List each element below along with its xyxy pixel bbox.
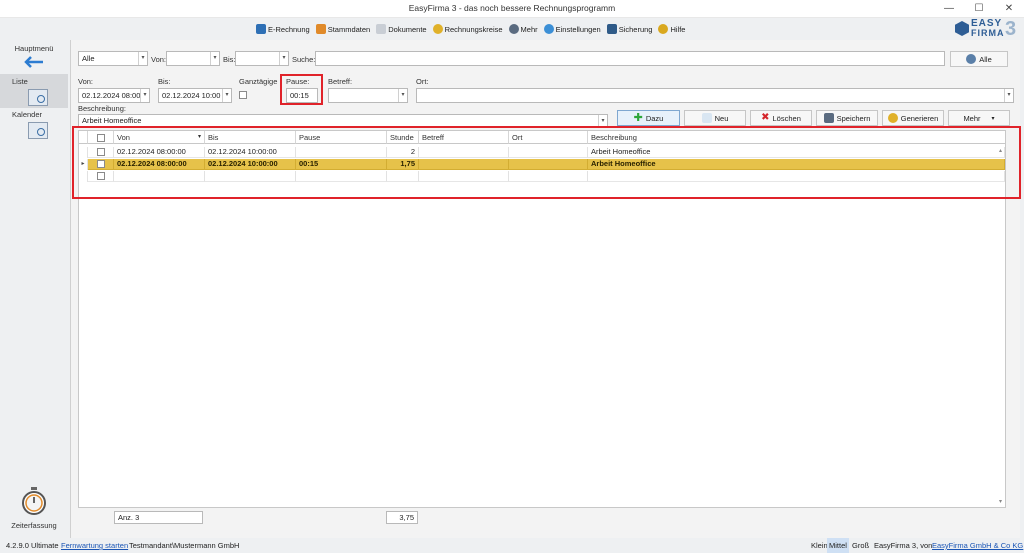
- chevron-down-icon: ▾: [222, 89, 231, 102]
- betreff-label: Betreff:: [328, 77, 353, 86]
- ort-label: Ort:: [416, 77, 429, 86]
- scroll-down-icon[interactable]: ▾: [997, 498, 1004, 506]
- search-label: Suche:: [292, 55, 316, 64]
- search-input[interactable]: [315, 51, 945, 66]
- close-button[interactable]: ✕: [994, 0, 1024, 18]
- title-bar: EasyFirma 3 - das noch bessere Rechnungs…: [0, 0, 1024, 18]
- generieren-button[interactable]: Generieren: [882, 110, 944, 126]
- sidebar-zeiterfassung[interactable]: Zeiterfassung: [0, 486, 68, 534]
- minimize-button[interactable]: —: [934, 0, 964, 18]
- grid-footer: Anz. 3 3,75: [78, 509, 1006, 527]
- generate-icon: [887, 113, 898, 123]
- von-input[interactable]: 02.12.2024 08:00 ▾: [78, 88, 150, 103]
- row-count: Anz. 3: [114, 511, 203, 524]
- back-arrow-icon: [24, 56, 43, 68]
- refresh-icon: [966, 54, 977, 64]
- von-label: Von:: [78, 77, 94, 86]
- menu-dokumente[interactable]: Dokumente: [376, 24, 427, 34]
- easyfirma-logo: EASY FIRMA 3: [955, 18, 1017, 40]
- gear-icon: [543, 24, 554, 34]
- chevron-down-icon: ▾: [991, 115, 995, 122]
- loeschen-button[interactable]: ✖ Löschen: [750, 110, 812, 126]
- mehr-button[interactable]: Mehr ▾: [948, 110, 1010, 126]
- filter-von-label: Von:: [151, 55, 167, 64]
- save-icon: [823, 113, 834, 123]
- delete-icon: ✖: [761, 112, 770, 123]
- ort-select[interactable]: ▾: [416, 88, 1014, 103]
- document-icon: [376, 24, 387, 34]
- chevron-down-icon: ▾: [138, 52, 147, 65]
- logo-cube-icon: [955, 21, 969, 36]
- size-mid-option[interactable]: Mittel: [827, 538, 849, 553]
- people-icon: [315, 24, 326, 34]
- filter-bis-label: Bis:: [223, 55, 236, 64]
- window-title: EasyFirma 3 - das noch bessere Rechnungs…: [408, 3, 616, 13]
- menu-einstellungen[interactable]: Einstellungen: [543, 24, 601, 34]
- menu-rechnungskreise[interactable]: Rechnungskreise: [432, 24, 503, 34]
- size-large-option[interactable]: Groß: [852, 538, 869, 553]
- pause-highlight-box: [280, 74, 323, 105]
- neu-button[interactable]: Neu: [684, 110, 746, 126]
- stopwatch-icon: [22, 487, 46, 515]
- version-text: 4.2.9.0 Ultimate: [6, 541, 59, 550]
- filter-von-select[interactable]: ▾: [166, 51, 220, 66]
- size-small-option[interactable]: Klein: [811, 538, 828, 553]
- circle-icon: [432, 24, 443, 34]
- byline-text: EasyFirma 3, von: [874, 541, 933, 550]
- menu-e-rechnung[interactable]: E-Rechnung: [256, 24, 310, 34]
- menu-hilfe[interactable]: Hilfe: [658, 24, 685, 34]
- calendar-icon: [28, 122, 48, 139]
- menu-sicherung[interactable]: Sicherung: [606, 24, 652, 34]
- ganztaegig-label: Ganztägige: [239, 77, 278, 86]
- chevron-down-icon: ▾: [210, 52, 219, 65]
- chevron-down-icon: ▾: [1004, 89, 1013, 102]
- help-icon: [658, 24, 669, 34]
- remote-support-link[interactable]: Fernwartung starten: [61, 538, 128, 553]
- ganztaegig-checkbox[interactable]: [239, 91, 247, 99]
- speichern-button[interactable]: Speichern: [816, 110, 878, 126]
- dazu-button[interactable]: ✚ Dazu: [617, 110, 680, 126]
- status-bar: 4.2.9.0 Ultimate Fernwartung starten Tes…: [0, 538, 1024, 553]
- chevron-down-icon: ▾: [398, 89, 407, 102]
- betreff-select[interactable]: ▾: [328, 88, 408, 103]
- sidebar-home[interactable]: Hauptmenü: [0, 44, 68, 74]
- menu-mehr[interactable]: Mehr: [508, 24, 538, 34]
- plus-icon: ✚: [633, 112, 643, 124]
- tenant-text: Testmandant\Mustermann GmbH: [129, 541, 240, 550]
- scope-select[interactable]: Alle ▾: [78, 51, 148, 66]
- chevron-down-icon: ▾: [279, 52, 288, 65]
- grid-highlight-box: [72, 126, 1021, 199]
- backup-icon: [606, 24, 617, 34]
- new-doc-icon: [701, 113, 712, 123]
- list-icon: [28, 89, 48, 106]
- alle-button[interactable]: Alle: [950, 51, 1008, 67]
- sidebar-item-liste[interactable]: Liste: [0, 74, 68, 108]
- more-icon: [508, 24, 519, 34]
- chevron-down-icon: ▾: [140, 89, 149, 102]
- sidebar-item-kalender[interactable]: Kalender: [0, 110, 68, 144]
- maximize-button[interactable]: ☐: [964, 0, 994, 18]
- top-menu: E-Rechnung Stammdaten Dokumente Rechnung…: [256, 22, 685, 36]
- menu-stammdaten[interactable]: Stammdaten: [315, 24, 370, 34]
- bis-label: Bis:: [158, 77, 171, 86]
- e-invoice-icon: [256, 24, 266, 34]
- beschreibung-label: Beschreibung:: [78, 104, 126, 113]
- company-link[interactable]: EasyFirma GmbH & Co KG: [932, 538, 1023, 553]
- filter-bis-select[interactable]: ▾: [235, 51, 289, 66]
- sidebar: Hauptmenü Liste Kalender Zeiterfassung: [0, 40, 68, 538]
- bis-input[interactable]: 02.12.2024 10:00 ▾: [158, 88, 232, 103]
- hours-sum: 3,75: [386, 511, 418, 524]
